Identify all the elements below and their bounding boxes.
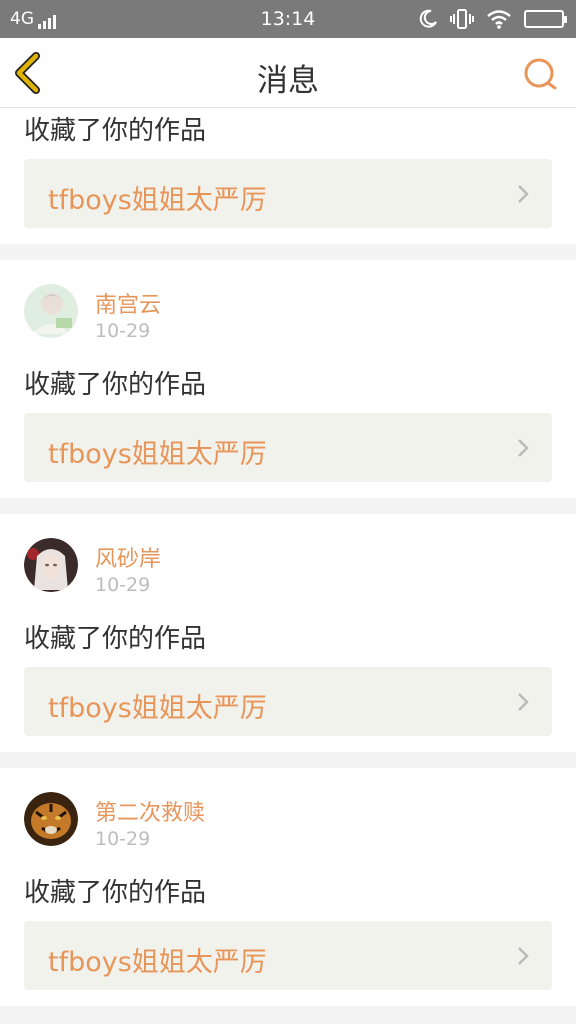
timestamp: 10-29 [95,320,151,342]
notification-card: 风砂岸 10-29 收藏了你的作品 tfboys姐姐太严厉 [0,514,576,752]
avatar[interactable] [24,538,78,592]
notification-action: 收藏了你的作品 [24,116,207,146]
chevron-right-icon [518,439,529,457]
avatar[interactable] [24,284,78,338]
page-title: 消息 [257,63,319,99]
work-title: tfboys姐姐太严厉 [48,185,267,216]
notification-card: 南宫云 10-29 收藏了你的作品 tfboys姐姐太严厉 [0,260,576,498]
work-title: tfboys姐姐太严厉 [48,693,267,724]
message-list[interactable]: 收藏了你的作品 tfboys姐姐太严厉 南宫云 10-29 收藏了你的作品 tf… [0,108,576,1024]
work-title: tfboys姐姐太严厉 [48,947,267,978]
work-title: tfboys姐姐太严厉 [48,439,267,470]
username[interactable]: 风砂岸 [95,541,161,573]
wifi-icon [487,10,511,29]
work-link[interactable]: tfboys姐姐太严厉 [24,159,552,228]
work-link[interactable]: tfboys姐姐太严厉 [24,921,552,990]
chevron-right-icon [518,947,529,965]
timestamp: 10-29 [95,574,151,596]
notification-card: 收藏了你的作品 tfboys姐姐太严厉 [0,108,576,244]
notification-action: 收藏了你的作品 [24,624,207,654]
timestamp: 10-29 [95,828,151,850]
battery-icon [524,10,567,28]
username[interactable]: 南宫云 [95,287,161,319]
work-link[interactable]: tfboys姐姐太严厉 [24,413,552,482]
notification-card: 第二次救赎 10-29 收藏了你的作品 tfboys姐姐太严厉 [0,768,576,1006]
nav-bar: 消息 [0,38,576,108]
avatar[interactable] [24,792,78,846]
status-bar: 4G 13:14 [0,0,576,38]
chevron-right-icon [518,693,529,711]
chevron-right-icon [518,185,529,203]
status-icons [418,8,567,30]
vibrate-icon [450,9,474,29]
notification-action: 收藏了你的作品 [24,878,207,908]
notification-action: 收藏了你的作品 [24,370,207,400]
username[interactable]: 第二次救赎 [95,795,205,827]
search-icon [524,58,557,90]
moon-icon [419,9,437,28]
search-button[interactable] [522,56,558,92]
work-link[interactable]: tfboys姐姐太严厉 [24,667,552,736]
